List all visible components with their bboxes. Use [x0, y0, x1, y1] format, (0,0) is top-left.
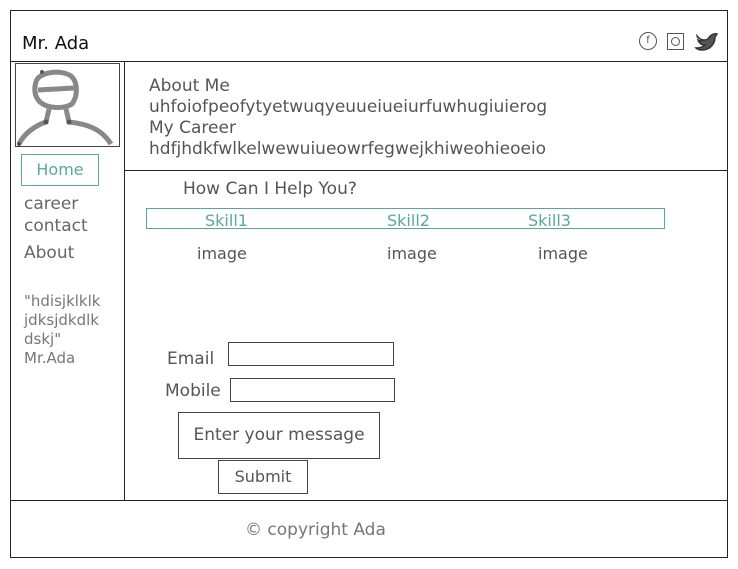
sidebar-quote: "hdisjklklk jdksjdkdlk dskj" Mr.Ada	[24, 292, 120, 368]
skill-image-1: image	[197, 244, 247, 263]
quote-line: dskj"	[24, 330, 62, 348]
mobile-field[interactable]	[230, 378, 395, 402]
help-title: How Can I Help You?	[183, 179, 357, 199]
about-title: About Me	[149, 76, 230, 96]
email-field[interactable]	[228, 342, 394, 366]
quote-line: jdksjdkdlk	[24, 311, 99, 329]
quote-line: "hdisjklklk	[24, 292, 101, 310]
sidebar-item-contact[interactable]: contact	[24, 216, 88, 236]
social-icons: f	[639, 28, 720, 54]
content-divider	[124, 170, 728, 171]
about-section: About Me uhfoiofpeofytyetwuqyeuueiueiurf…	[149, 76, 547, 160]
message-field[interactable]: Enter your message	[178, 412, 380, 459]
submit-button[interactable]: Submit	[218, 460, 308, 494]
sidebar-item-home[interactable]: Home	[21, 154, 99, 186]
skill-tab-1[interactable]: Skill1	[205, 211, 248, 230]
career-title: My Career	[149, 118, 236, 138]
footer-divider	[10, 500, 728, 501]
skill-image-2: image	[387, 244, 437, 263]
avatar	[15, 63, 120, 147]
skill-image-3: image	[538, 244, 588, 263]
brand-logo-text[interactable]: Mr. Ada	[22, 33, 89, 54]
sidebar-item-about[interactable]: About	[24, 243, 74, 263]
career-text: hdfjhdkfwlkelwewuiueowrfegwejkhiweohieoe…	[149, 139, 547, 159]
skill-tab-2[interactable]: Skill2	[387, 211, 430, 230]
header-divider	[10, 61, 728, 62]
instagram-icon[interactable]	[667, 32, 684, 50]
about-text: uhfoiofpeofytyetwuqyeuueiueiurfuwhugiuie…	[149, 97, 548, 117]
twitter-icon[interactable]	[694, 28, 720, 54]
quote-author: Mr.Ada	[24, 349, 76, 367]
sidebar-item-career[interactable]: career	[24, 194, 78, 214]
sidebar-divider	[124, 61, 125, 501]
email-label: Email	[167, 349, 215, 369]
skill-tab-3[interactable]: Skill3	[528, 211, 571, 230]
mobile-label: Mobile	[165, 381, 221, 401]
footer-copyright: © copyright Ada	[245, 520, 386, 540]
facebook-icon[interactable]: f	[639, 32, 657, 50]
